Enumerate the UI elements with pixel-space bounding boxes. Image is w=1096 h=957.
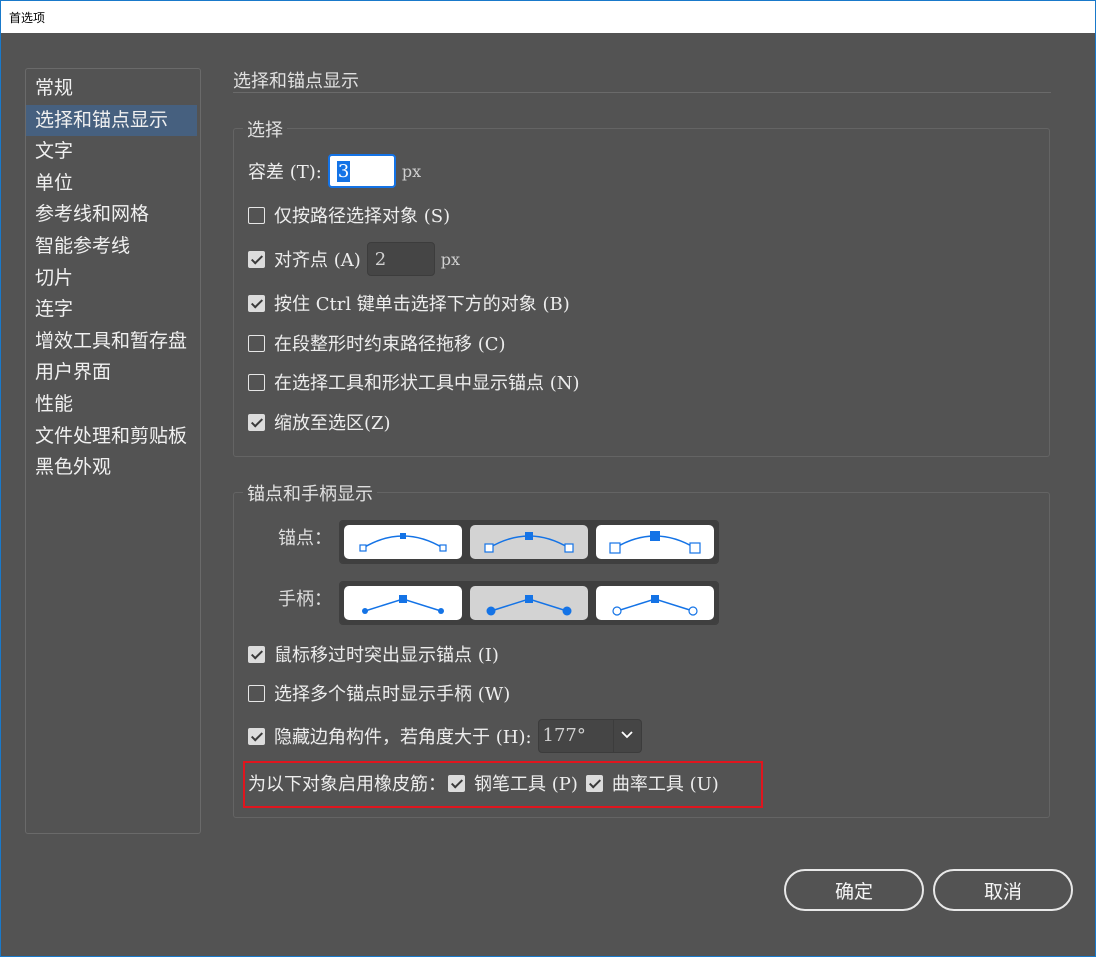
- object-by-path-row[interactable]: 仅按路径选择对象 (S): [248, 202, 450, 228]
- divider: [233, 92, 1051, 93]
- sidebar-item-selection-anchor[interactable]: 选择和锚点显示: [26, 104, 197, 137]
- anchors-label: 锚点：: [278, 528, 332, 549]
- highlight-anchors-row[interactable]: 鼠标移过时突出显示锚点 (I): [248, 641, 499, 667]
- handle-large-solid-icon: [486, 595, 572, 616]
- anchor-style-large[interactable]: [592, 521, 718, 563]
- show-anchor-label: 在选择工具和形状工具中显示锚点 (N): [274, 373, 580, 394]
- snap-to-point-input[interactable]: 2: [366, 242, 435, 276]
- page-title: 选择和锚点显示: [233, 71, 359, 92]
- handle-style-hollow[interactable]: [592, 582, 718, 624]
- show-handles-multi-row[interactable]: 选择多个锚点时显示手柄 (W): [248, 680, 510, 706]
- zoom-to-selection-row[interactable]: 缩放至选区(Z): [248, 409, 391, 435]
- sidebar-item-units[interactable]: 单位: [26, 168, 200, 200]
- tolerance-label: 容差 (T):: [248, 162, 322, 183]
- sidebar-item-type[interactable]: 文字: [26, 136, 200, 168]
- annotation-highlight-box: [243, 761, 763, 808]
- zoom-to-selection-label: 缩放至选区(Z): [274, 413, 391, 434]
- handle-style-selector: [339, 581, 719, 625]
- sidebar-item-general[interactable]: 常规: [26, 73, 200, 105]
- constrain-path-row[interactable]: 在段整形时约束路径拖移 (C): [248, 330, 506, 356]
- window-title: 首选项: [9, 11, 46, 25]
- handle-style-small[interactable]: [340, 582, 466, 624]
- sidebar-item-user-interface[interactable]: 用户界面: [26, 357, 200, 389]
- zoom-to-selection-checkbox[interactable]: [248, 413, 265, 431]
- anchor-style-medium[interactable]: [466, 521, 592, 563]
- object-by-path-checkbox[interactable]: [248, 206, 265, 224]
- sidebar: 常规 选择和锚点显示 文字 单位 参考线和网格 智能参考线 切片 连字 增效工具…: [25, 68, 201, 834]
- handle-style-large-solid[interactable]: [466, 582, 592, 624]
- sidebar-item-hyphenation[interactable]: 连字: [26, 294, 200, 326]
- hide-corner-widget-checkbox[interactable]: [248, 727, 265, 745]
- handles-label: 手柄：: [278, 589, 332, 610]
- show-anchor-checkbox[interactable]: [248, 373, 265, 391]
- anchor-display-group-title: 锚点和手柄显示: [243, 480, 377, 506]
- ctrl-click-label: 按住 Ctrl 键单击选择下方的对象 (B): [274, 294, 570, 315]
- show-anchor-row[interactable]: 在选择工具和形状工具中显示锚点 (N): [248, 369, 580, 395]
- show-handles-multi-checkbox[interactable]: [248, 684, 265, 702]
- anchor-style-small[interactable]: [340, 521, 466, 563]
- corner-angle-select[interactable]: 177°: [537, 719, 642, 753]
- snap-to-point-unit: px: [440, 249, 461, 269]
- cancel-button[interactable]: 取消: [933, 869, 1073, 911]
- snap-to-point-checkbox[interactable]: [248, 250, 265, 268]
- ok-button[interactable]: 确定: [784, 869, 924, 911]
- selection-group-title: 选择: [243, 116, 287, 142]
- anchor-medium-icon: [484, 532, 574, 553]
- constrain-path-checkbox[interactable]: [248, 334, 265, 352]
- anchor-small-icon: [359, 533, 447, 552]
- hide-corner-widget-row: 隐藏边角构件，若角度大于 (H): 177°: [248, 719, 642, 753]
- ctrl-click-checkbox[interactable]: [248, 294, 265, 312]
- preferences-dialog: 首选项 常规 选择和锚点显示 文字 单位 参考线和网格 智能参考线 切片 连字 …: [0, 0, 1096, 957]
- snap-to-point-row: 对齐点 (A) 2 px: [248, 242, 460, 276]
- tolerance-row: 容差 (T): 3 px: [248, 154, 421, 188]
- snap-to-point-label: 对齐点 (A): [274, 250, 361, 271]
- sidebar-item-file-handling[interactable]: 文件处理和剪贴板: [26, 421, 200, 453]
- sidebar-item-black-appearance[interactable]: 黑色外观: [26, 452, 200, 484]
- sidebar-item-guides-grid[interactable]: 参考线和网格: [26, 199, 200, 231]
- highlight-anchors-checkbox[interactable]: [248, 645, 265, 663]
- handle-small-icon: [362, 595, 444, 614]
- anchor-large-icon: [609, 531, 701, 554]
- show-handles-multi-label: 选择多个锚点时显示手柄 (W): [274, 684, 511, 705]
- highlight-anchors-label: 鼠标移过时突出显示锚点 (I): [274, 645, 499, 666]
- anchor-style-selector: [339, 520, 719, 564]
- ctrl-click-row[interactable]: 按住 Ctrl 键单击选择下方的对象 (B): [248, 290, 570, 316]
- tolerance-unit: px: [401, 161, 422, 181]
- sidebar-item-performance[interactable]: 性能: [26, 389, 200, 421]
- corner-angle-value[interactable]: 177°: [537, 719, 614, 753]
- hide-corner-widget-label: 隐藏边角构件，若角度大于 (H):: [274, 727, 532, 748]
- sidebar-item-slices[interactable]: 切片: [26, 263, 200, 295]
- object-by-path-label: 仅按路径选择对象 (S): [274, 206, 451, 227]
- sidebar-item-smart-guides[interactable]: 智能参考线: [26, 231, 200, 263]
- title-bar: 首选项: [1, 1, 1095, 33]
- chevron-down-icon[interactable]: [613, 719, 642, 753]
- sidebar-item-plugins[interactable]: 增效工具和暂存盘: [26, 326, 200, 358]
- handle-hollow-icon: [612, 595, 698, 616]
- constrain-path-label: 在段整形时约束路径拖移 (C): [274, 334, 506, 355]
- tolerance-input[interactable]: 3: [327, 154, 396, 188]
